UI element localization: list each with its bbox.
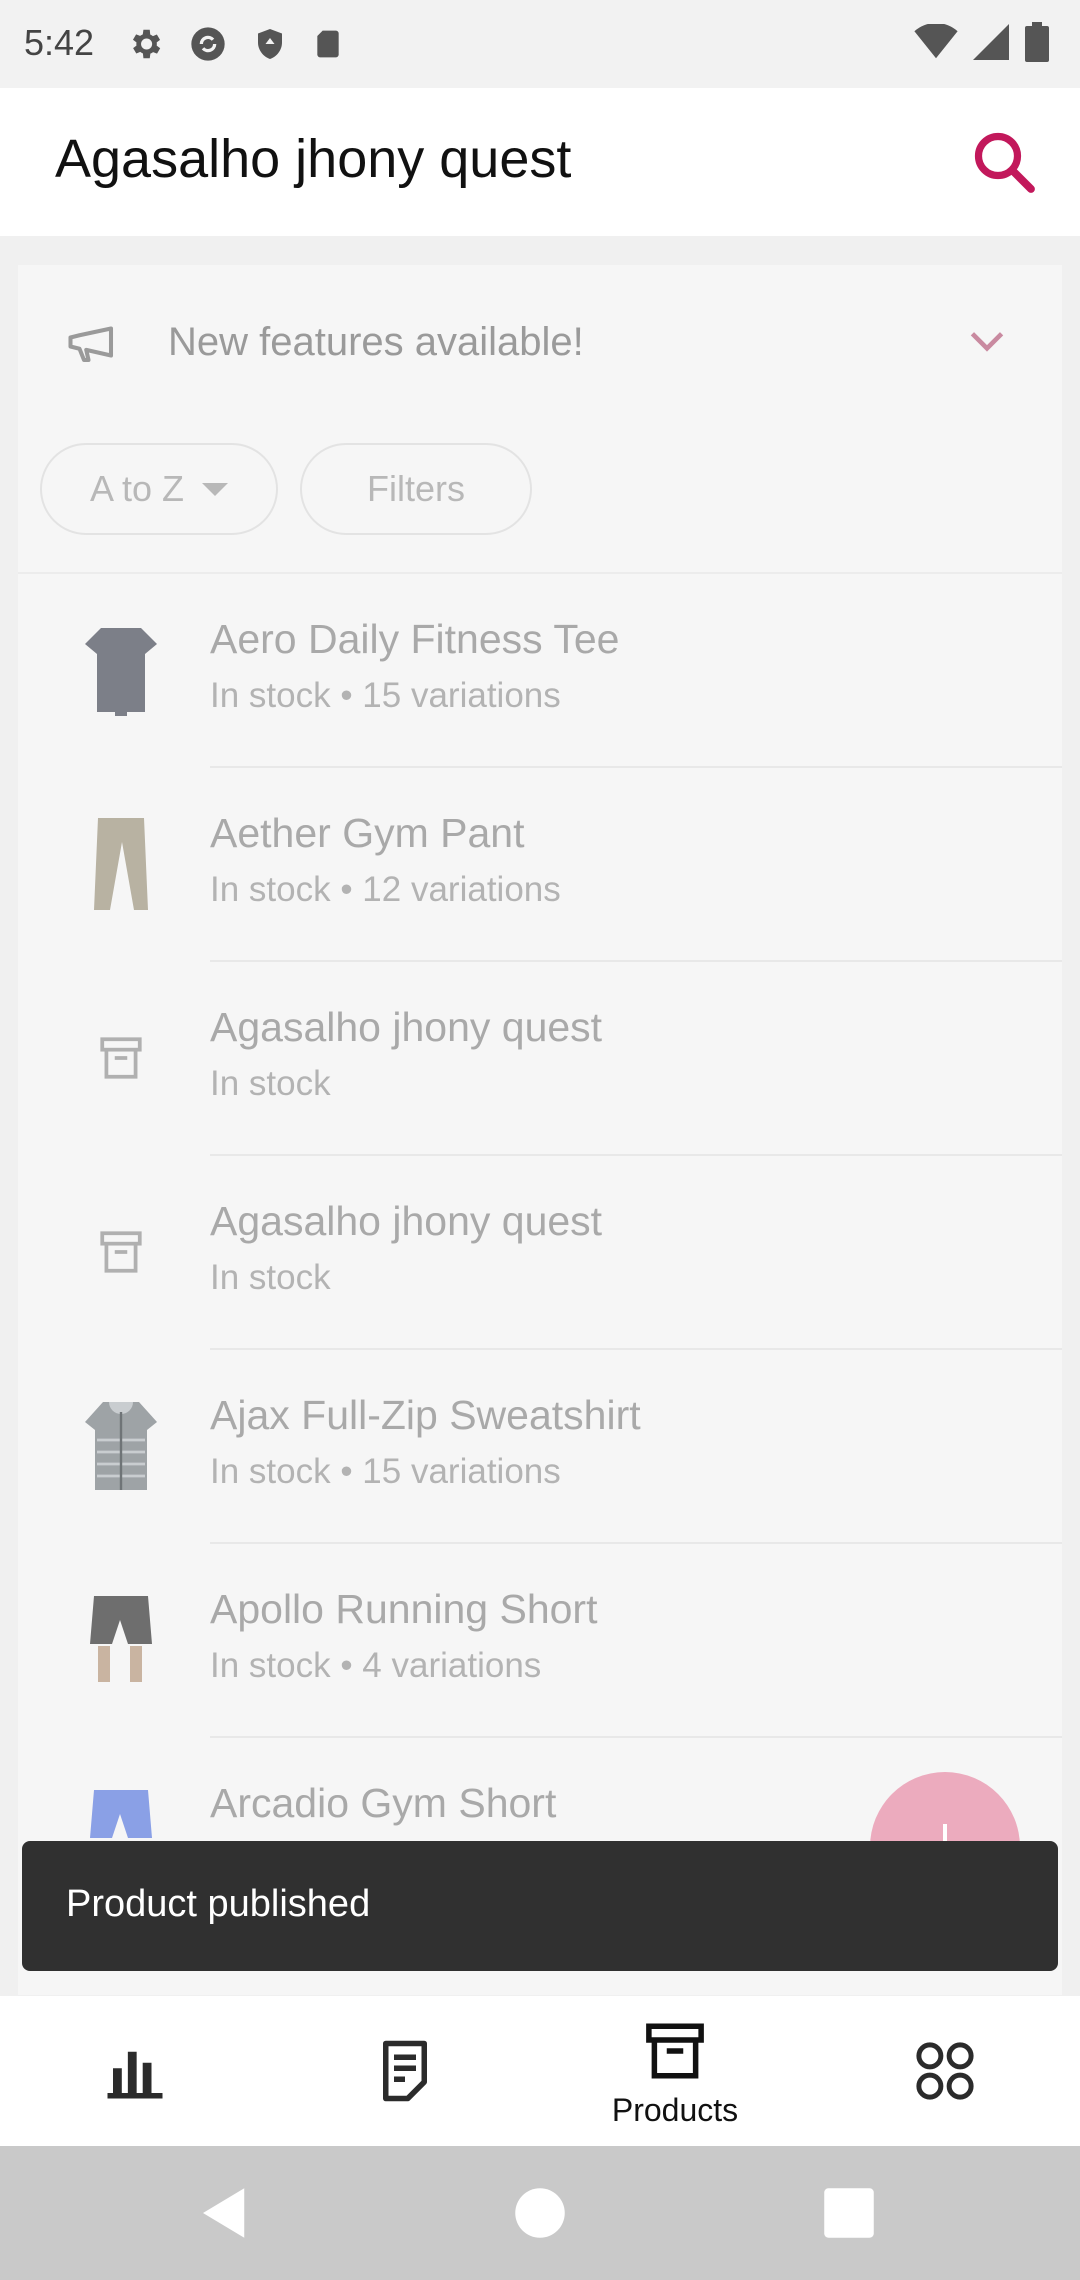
home-icon[interactable] [507, 2180, 573, 2246]
recents-icon[interactable] [816, 2180, 882, 2246]
product-name: Aero Daily Fitness Tee [210, 616, 620, 662]
nav-item-analytics[interactable] [0, 1996, 270, 2146]
sort-chip[interactable]: A to Z [40, 443, 278, 535]
megaphone-icon [68, 326, 114, 363]
tshirt-image [70, 618, 172, 722]
product-row[interactable]: Apollo Running Short In stock • 4 variat… [18, 1544, 1062, 1738]
product-name: Ajax Full-Zip Sweatshirt [210, 1392, 641, 1438]
bar-chart-icon [107, 2051, 163, 2099]
archive-box-icon [646, 2023, 704, 2079]
feature-banner[interactable]: New features available! [18, 265, 1062, 420]
chevron-down-icon[interactable] [962, 315, 1012, 365]
caret-down-icon [202, 482, 229, 496]
page-title: Agasalho jhony quest [55, 129, 572, 189]
search-icon [974, 132, 1035, 193]
product-name: Agasalho jhony quest [210, 1198, 603, 1244]
filters-chip[interactable]: Filters [300, 443, 532, 535]
wifi-icon [914, 24, 958, 59]
status-icons-right [914, 22, 1050, 62]
system-navigation [0, 2146, 1080, 2280]
back-icon[interactable] [192, 2180, 258, 2246]
product-row[interactable]: Agasalho jhony quest In stock [18, 962, 1062, 1156]
snackbar: Product published [22, 1841, 1058, 1971]
product-status: In stock • 12 variations [210, 870, 561, 909]
shield-icon [258, 29, 282, 59]
sd-card-icon [317, 30, 339, 58]
archive-box-icon [70, 1006, 172, 1110]
product-name: Aether Gym Pant [210, 810, 525, 856]
nav-item-products[interactable]: Products [540, 1996, 810, 2146]
shorts-image [70, 1588, 172, 1692]
product-row[interactable]: Ajax Full-Zip Sweatshirt In stock • 15 v… [18, 1350, 1062, 1544]
pants-image [70, 812, 172, 916]
orders-icon [383, 2040, 427, 2102]
signal-icon [973, 24, 1009, 60]
product-list-panel: New features available! A to Z Filters A… [18, 265, 1062, 1995]
snackbar-text: Product published [66, 1883, 371, 1925]
product-status: In stock • 15 variations [210, 676, 561, 715]
product-row[interactable]: Aero Daily Fitness Tee In stock • 15 var… [18, 574, 1062, 768]
product-name: Arcadio Gym Short [210, 1780, 557, 1826]
bottom-navigation: Products [0, 1996, 1080, 2146]
product-name: Apollo Running Short [210, 1586, 598, 1632]
battery-icon [1025, 22, 1049, 62]
product-status: In stock • 4 variations [210, 1646, 542, 1685]
product-status: In stock • 15 variations [210, 1452, 561, 1491]
filters-chip-label: Filters [367, 468, 465, 509]
product-status: In stock [210, 1064, 331, 1103]
nav-item-more[interactable] [810, 1996, 1080, 2146]
product-status: In stock [210, 1258, 331, 1297]
archive-box-icon [70, 1200, 172, 1304]
product-list: Aero Daily Fitness Tee In stock • 15 var… [18, 572, 1062, 1932]
banner-text: New features available! [168, 320, 584, 364]
status-icons-left [126, 24, 344, 64]
product-name: Agasalho jhony quest [210, 1004, 603, 1050]
filter-chips: A to Z Filters [40, 443, 532, 535]
product-row[interactable]: Aether Gym Pant In stock • 12 variations [18, 768, 1062, 962]
nav-item-orders[interactable] [270, 1996, 540, 2146]
nav-label-products: Products [611, 2092, 739, 2128]
status-time: 5:42 [24, 22, 95, 63]
grid-circles-icon [916, 2042, 974, 2100]
sort-chip-label: A to Z [89, 468, 185, 509]
settings-icon [132, 29, 161, 59]
sync-icon [191, 27, 225, 61]
status-bar: 5:42 [0, 0, 1080, 88]
search-button[interactable] [968, 126, 1040, 198]
app-bar: Agasalho jhony quest [0, 88, 1080, 236]
product-row[interactable]: Agasalho jhony quest In stock [18, 1156, 1062, 1350]
sweatshirt-image [70, 1394, 172, 1498]
